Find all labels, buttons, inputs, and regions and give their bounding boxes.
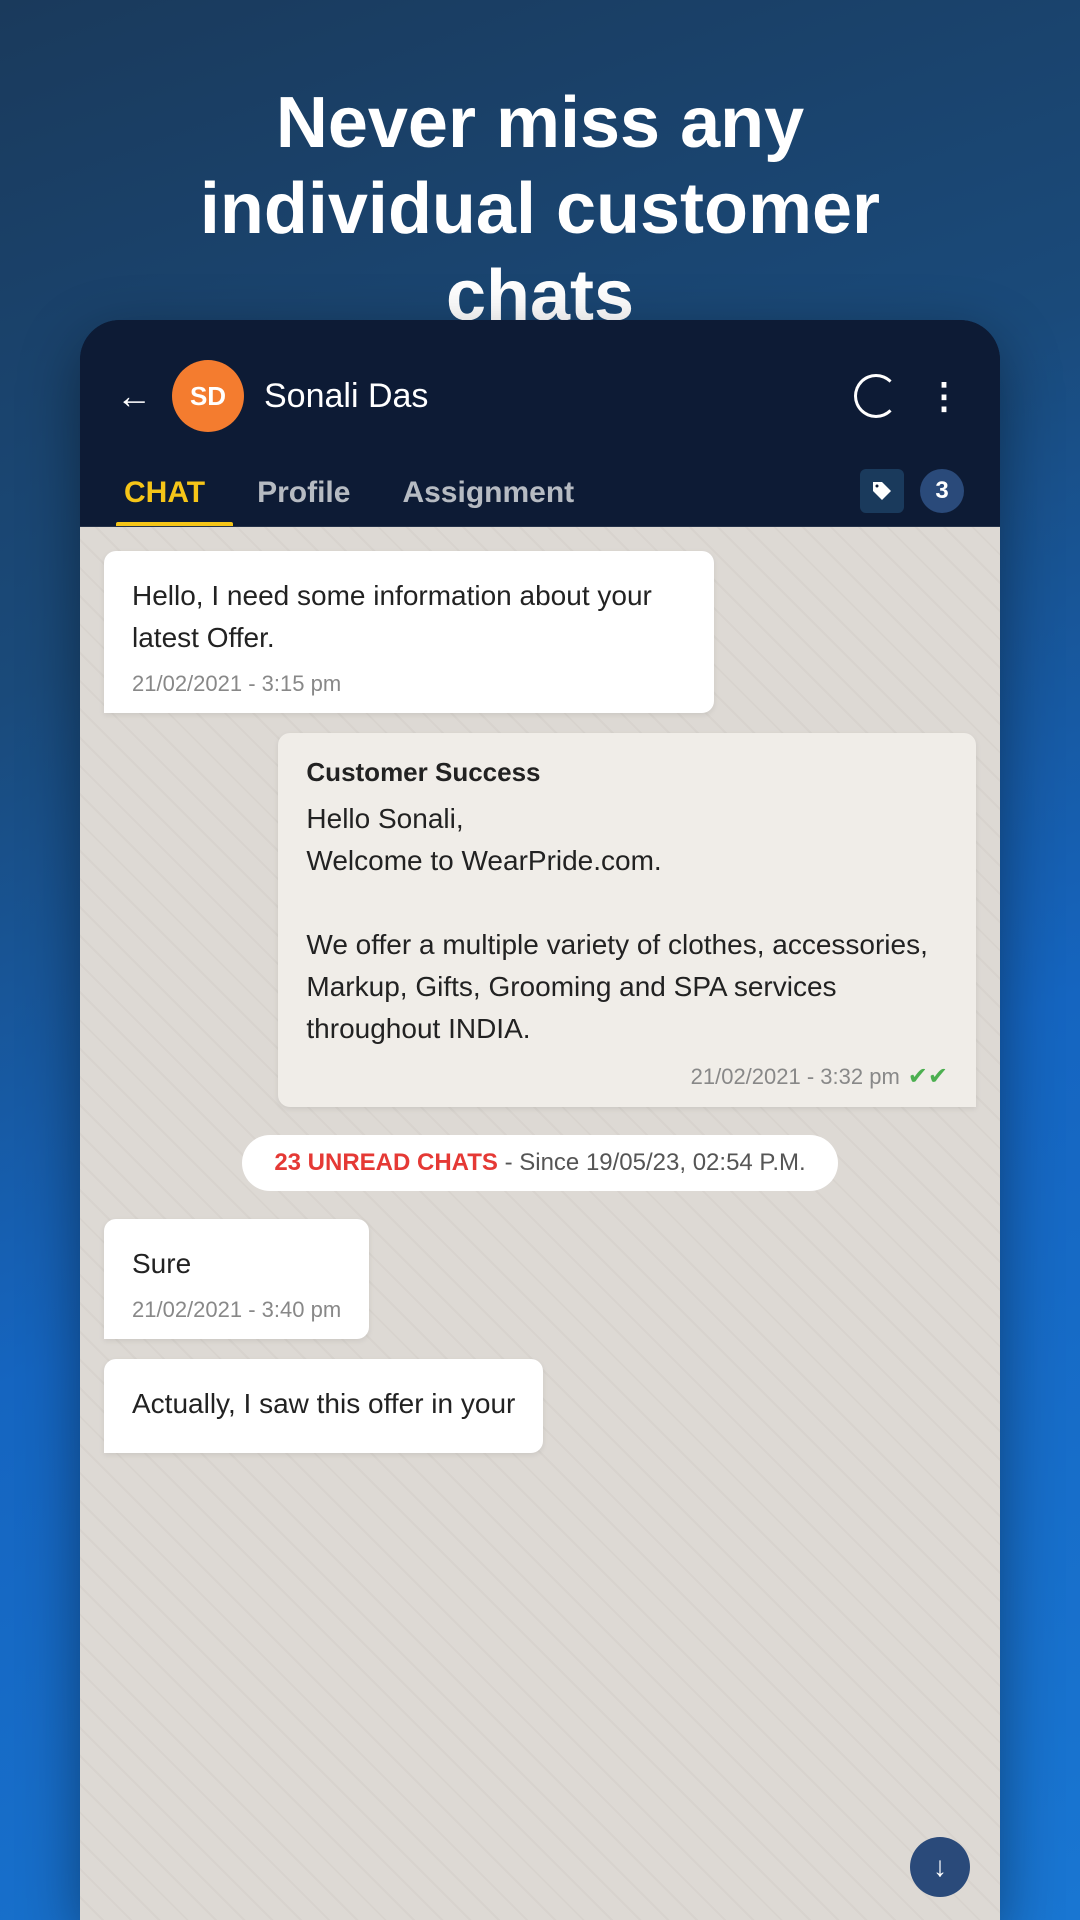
bubble-incoming-3: Actually, I saw this offer in your	[104, 1359, 543, 1453]
tabs-bar: CHAT Profile Assignment 3	[80, 456, 1000, 527]
avatar: SD	[172, 360, 244, 432]
chat-messages: Hello, I need some information about you…	[80, 527, 1000, 1477]
double-check-icon: ✔✔	[908, 1062, 948, 1091]
chat-wrapper: Hello, I need some information about you…	[80, 527, 1000, 1920]
tag-icon[interactable]	[860, 469, 904, 513]
bubble-outgoing-1: Customer Success Hello Sonali,Welcome to…	[278, 733, 976, 1107]
tab-profile[interactable]: Profile	[249, 456, 378, 526]
msg-time-3: 21/02/2021 - 3:40 pm	[132, 1297, 341, 1323]
msg-text-1: Hello, I need some information about you…	[132, 575, 686, 659]
back-button[interactable]: ←	[116, 375, 152, 417]
message-incoming-1: Hello, I need some information about you…	[104, 551, 714, 713]
app-header: ← SD Sonali Das ⋮	[80, 320, 1000, 456]
tag-shape-icon	[870, 479, 894, 503]
msg-time-1: 21/02/2021 - 3:15 pm	[132, 671, 686, 697]
tab-chat[interactable]: CHAT	[116, 456, 233, 526]
bubble-incoming-1: Hello, I need some information about you…	[104, 551, 714, 713]
badge-count: 3	[920, 469, 964, 513]
hero-title: Never miss any individual customer chats	[60, 80, 1020, 339]
msg-text-2: Hello Sonali,Welcome to WearPride.com.We…	[306, 798, 948, 1050]
message-incoming-3: Actually, I saw this offer in your	[104, 1359, 543, 1453]
header-icons: ⋮	[854, 374, 964, 418]
contact-name: Sonali Das	[264, 377, 834, 416]
refresh-icon[interactable]	[854, 374, 898, 418]
message-outgoing-1: Customer Success Hello Sonali,Welcome to…	[278, 733, 976, 1107]
msg-footer-1: 21/02/2021 - 3:32 pm ✔✔	[306, 1062, 948, 1091]
bubble-incoming-2: Sure 21/02/2021 - 3:40 pm	[104, 1219, 369, 1339]
unread-suffix: - Since 19/05/23, 02:54 P.M.	[505, 1149, 806, 1176]
msg-text-3: Sure	[132, 1243, 341, 1285]
phone-mockup: ← SD Sonali Das ⋮ CHAT Profile Assignmen…	[80, 320, 1000, 1920]
msg-time-2: 21/02/2021 - 3:32 pm	[691, 1064, 900, 1090]
tab-assignment[interactable]: Assignment	[394, 456, 602, 526]
msg-text-4: Actually, I saw this offer in your	[132, 1383, 515, 1425]
unread-banner: 23 UNREAD CHATS - Since 19/05/23, 02:54 …	[242, 1135, 837, 1191]
more-options-icon[interactable]: ⋮	[926, 375, 964, 417]
msg-sender-1: Customer Success	[306, 757, 948, 788]
message-incoming-2: Sure 21/02/2021 - 3:40 pm	[104, 1219, 369, 1339]
scroll-down-button[interactable]: ↓	[910, 1837, 970, 1897]
unread-count: 23 UNREAD CHATS	[274, 1149, 498, 1176]
